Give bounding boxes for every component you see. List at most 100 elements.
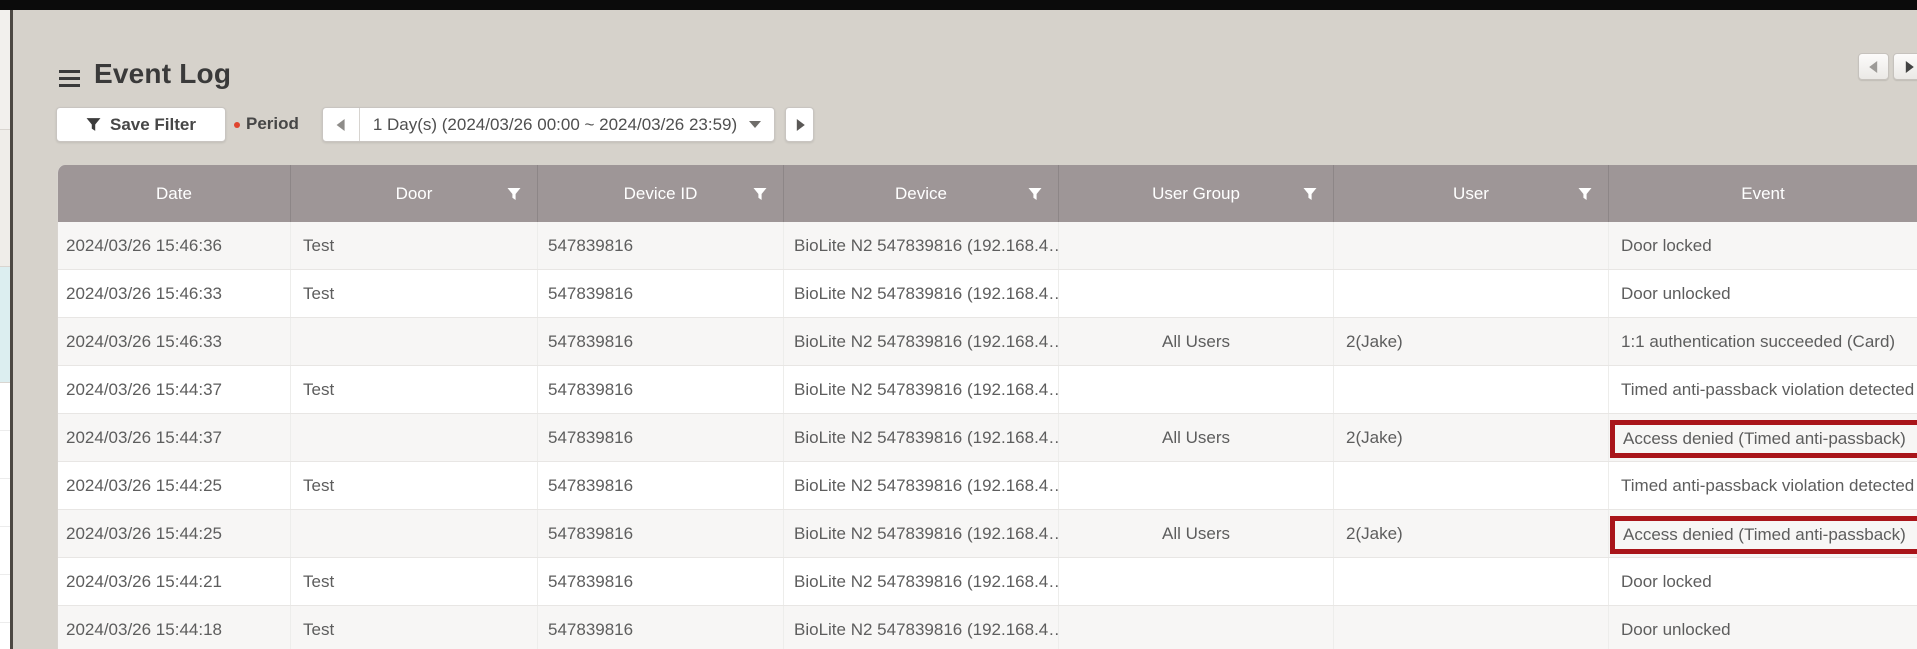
cell-device: BioLite N2 547839816 (192.168.4…: [784, 606, 1059, 649]
cell-user-group: All Users: [1059, 414, 1334, 461]
funnel-icon[interactable]: [1028, 187, 1042, 201]
arrow-left-icon: [1869, 61, 1877, 73]
cell-device-id: 547839816: [538, 366, 784, 413]
period-next-button[interactable]: [785, 107, 814, 142]
period-dropdown[interactable]: 1 Day(s) (2024/03/26 00:00 ~ 2024/03/26 …: [360, 108, 774, 141]
cell-event: Timed anti-passback violation detected: [1609, 366, 1917, 413]
period-value: 1 Day(s) (2024/03/26 00:00 ~ 2024/03/26 …: [373, 115, 737, 135]
cell-user: [1334, 558, 1609, 605]
funnel-icon[interactable]: [507, 187, 521, 201]
cell-event: Timed anti-passback violation detected: [1609, 462, 1917, 509]
cell-event: Door locked: [1609, 558, 1917, 605]
table-row[interactable]: 2024/03/26 15:44:18 Test 547839816 BioLi…: [58, 606, 1917, 649]
cell-user: [1334, 222, 1609, 269]
cell-door: [291, 510, 538, 557]
cell-user: 2(Jake): [1334, 414, 1609, 461]
cell-device-id: 547839816: [538, 558, 784, 605]
cell-door: Test: [291, 270, 538, 317]
list-icon: [59, 70, 80, 87]
cell-user: [1334, 462, 1609, 509]
cell-device: BioLite N2 547839816 (192.168.4…: [784, 222, 1059, 269]
sidebar-edge-segment: [0, 130, 10, 267]
table-row[interactable]: 2024/03/26 15:44:21 Test 547839816 BioLi…: [58, 558, 1917, 606]
cell-device-id: 547839816: [538, 414, 784, 461]
table-row[interactable]: 2024/03/26 15:46:33 Test 547839816 BioLi…: [58, 270, 1917, 318]
table-row[interactable]: 2024/03/26 15:44:37 547839816 BioLite N2…: [58, 414, 1917, 462]
column-header-device-id[interactable]: Device ID: [538, 165, 784, 222]
cell-device: BioLite N2 547839816 (192.168.4…: [784, 414, 1059, 461]
cell-user: [1334, 270, 1609, 317]
cell-user-group: [1059, 558, 1334, 605]
period-prev-button[interactable]: [323, 108, 360, 141]
cell-date: 2024/03/26 15:44:25: [58, 510, 291, 557]
cell-door: Test: [291, 606, 538, 649]
column-header-date[interactable]: Date: [58, 165, 291, 222]
page-title: Event Log: [94, 58, 231, 90]
column-header-door[interactable]: Door: [291, 165, 538, 222]
funnel-icon: [86, 117, 101, 132]
save-filter-button[interactable]: Save Filter: [56, 107, 226, 142]
table-row[interactable]: 2024/03/26 15:44:25 547839816 BioLite N2…: [58, 510, 1917, 558]
column-label: Event: [1741, 184, 1784, 204]
cell-door: Test: [291, 462, 538, 509]
period-label: Period: [246, 114, 299, 134]
column-label: Date: [156, 184, 192, 204]
caret-down-icon: [749, 121, 761, 128]
cell-user-group: [1059, 606, 1334, 649]
cell-date: 2024/03/26 15:44:37: [58, 366, 291, 413]
period-selector: 1 Day(s) (2024/03/26 00:00 ~ 2024/03/26 …: [322, 107, 775, 142]
cell-user-group: [1059, 222, 1334, 269]
funnel-icon[interactable]: [1578, 187, 1592, 201]
cell-user: 2(Jake): [1334, 510, 1609, 557]
page-next-button[interactable]: [1893, 53, 1917, 80]
column-header-device[interactable]: Device: [784, 165, 1059, 222]
cell-event: 1:1 authentication succeeded (Card): [1609, 318, 1917, 365]
cell-date: 2024/03/26 15:44:21: [58, 558, 291, 605]
required-dot: [234, 122, 240, 128]
cell-event: Access denied (Timed anti-passback): [1609, 510, 1917, 557]
cell-door: Test: [291, 558, 538, 605]
funnel-icon[interactable]: [753, 187, 767, 201]
cell-user: [1334, 366, 1609, 413]
column-label: Device ID: [624, 184, 698, 204]
cell-user-group: [1059, 270, 1334, 317]
cell-door: Test: [291, 222, 538, 269]
cell-date: 2024/03/26 15:46:36: [58, 222, 291, 269]
table-row[interactable]: 2024/03/26 15:46:36 Test 547839816 BioLi…: [58, 222, 1917, 270]
cell-user-group: [1059, 462, 1334, 509]
cell-door: [291, 414, 538, 461]
cell-date: 2024/03/26 15:44:25: [58, 462, 291, 509]
column-label: User: [1453, 184, 1489, 204]
column-header-user-group[interactable]: User Group: [1059, 165, 1334, 222]
top-black-bar: [0, 0, 1917, 10]
column-label: Device: [895, 184, 947, 204]
cell-date: 2024/03/26 15:44:37: [58, 414, 291, 461]
cell-date: 2024/03/26 15:46:33: [58, 270, 291, 317]
cell-device-id: 547839816: [538, 606, 784, 649]
sidebar-edge-segment: [0, 10, 10, 130]
cell-user-group: All Users: [1059, 318, 1334, 365]
cell-device: BioLite N2 547839816 (192.168.4…: [784, 510, 1059, 557]
cell-device-id: 547839816: [538, 510, 784, 557]
arrow-right-icon: [796, 119, 804, 131]
column-label: Door: [396, 184, 433, 204]
page-prev-button[interactable]: [1858, 53, 1889, 80]
cell-door: [291, 318, 538, 365]
column-header-user[interactable]: User: [1334, 165, 1609, 222]
funnel-icon[interactable]: [1303, 187, 1317, 201]
column-header-event[interactable]: Event: [1609, 165, 1917, 222]
arrow-left-icon: [337, 119, 345, 131]
cell-event: Access denied (Timed anti-passback): [1609, 414, 1917, 461]
cell-door: Test: [291, 366, 538, 413]
table-row[interactable]: 2024/03/26 15:46:33 547839816 BioLite N2…: [58, 318, 1917, 366]
annotation-highlight-box: Access denied (Timed anti-passback): [1610, 420, 1917, 458]
cell-event: Door unlocked: [1609, 606, 1917, 649]
cell-user-group: [1059, 366, 1334, 413]
cell-device-id: 547839816: [538, 462, 784, 509]
save-filter-label: Save Filter: [110, 115, 196, 135]
table-row[interactable]: 2024/03/26 15:44:25 Test 547839816 BioLi…: [58, 462, 1917, 510]
cell-device-id: 547839816: [538, 222, 784, 269]
table-row[interactable]: 2024/03/26 15:44:37 Test 547839816 BioLi…: [58, 366, 1917, 414]
cell-device: BioLite N2 547839816 (192.168.4…: [784, 366, 1059, 413]
annotation-highlight-box: Access denied (Timed anti-passback): [1610, 516, 1917, 554]
